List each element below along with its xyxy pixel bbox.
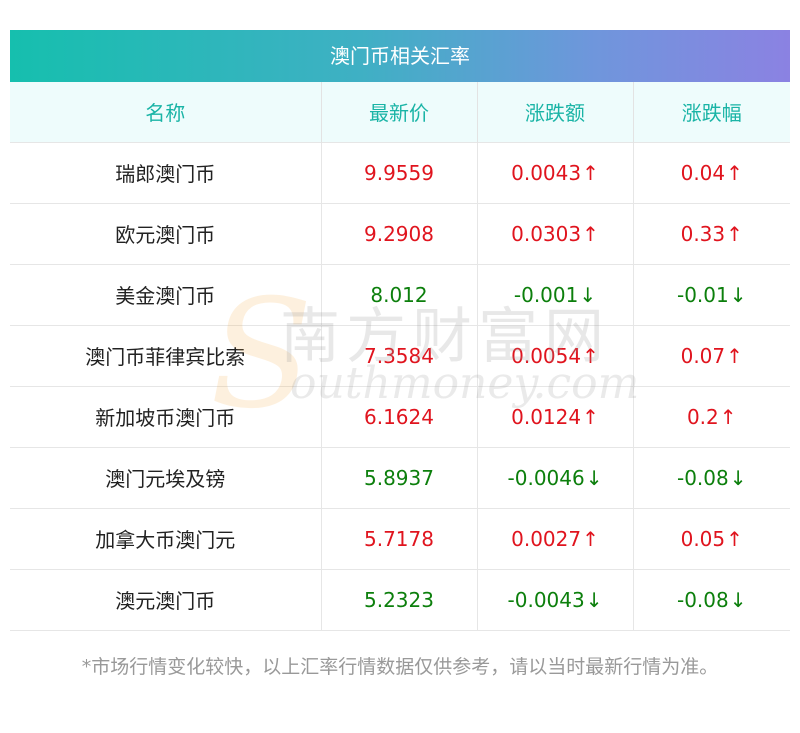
currency-pair-name[interactable]: 澳门元埃及镑 [10, 446, 321, 508]
change-value: 0.0124 [511, 404, 582, 429]
latest-price: 5.2323 [320, 568, 477, 631]
change-amount: 0.0043↑ [476, 141, 633, 203]
percent-value: 0.04 [680, 160, 726, 185]
percent-value: 0.33 [680, 221, 726, 246]
change-percent: -0.08↓ [632, 446, 790, 508]
percent-value: -0.08 [676, 587, 729, 612]
currency-pair-name[interactable]: 加拿大币澳门元 [10, 507, 321, 569]
change-amount: 0.0054↑ [476, 324, 633, 386]
arrow-down-icon: ↓ [585, 465, 603, 490]
change-value: 0.0027 [511, 526, 582, 551]
percent-value: -0.08 [676, 465, 729, 490]
latest-price: 5.8937 [320, 446, 477, 508]
header-percent: 涨跌幅 [632, 82, 790, 142]
currency-pair-name[interactable]: 澳门币菲律宾比索 [10, 324, 321, 386]
arrow-up-icon: ↑ [582, 221, 599, 246]
arrow-down-icon: ↓ [729, 282, 747, 307]
currency-pair-name[interactable]: 澳元澳门币 [10, 568, 321, 631]
arrow-up-icon: ↑ [726, 526, 743, 551]
table-row[interactable]: 美金澳门币 8.012 -0.001↓ -0.01↓ [10, 263, 790, 325]
currency-pair-name[interactable]: 美金澳门币 [10, 263, 321, 325]
arrow-down-icon: ↓ [729, 587, 747, 612]
change-amount: -0.0043↓ [476, 568, 633, 631]
table-row[interactable]: 加拿大币澳门元 5.7178 0.0027↑ 0.05↑ [10, 507, 790, 569]
arrow-down-icon: ↓ [579, 282, 597, 307]
change-value: -0.001 [513, 282, 579, 307]
arrow-up-icon: ↑ [726, 160, 743, 185]
change-value: 0.0303 [511, 221, 582, 246]
arrow-up-icon: ↑ [582, 526, 599, 551]
table-row[interactable]: 欧元澳门币 9.2908 0.0303↑ 0.33↑ [10, 202, 790, 264]
change-amount: 0.0124↑ [476, 385, 633, 447]
change-value: -0.0046 [507, 465, 585, 490]
currency-pair-name[interactable]: 欧元澳门币 [10, 202, 321, 264]
table-row[interactable]: 澳门元埃及镑 5.8937 -0.0046↓ -0.08↓ [10, 446, 790, 508]
latest-price: 9.9559 [320, 141, 477, 203]
change-amount: 0.0027↑ [476, 507, 633, 569]
arrow-up-icon: ↑ [582, 160, 599, 185]
currency-pair-name[interactable]: 新加坡币澳门币 [10, 385, 321, 447]
arrow-down-icon: ↓ [729, 465, 747, 490]
table-row[interactable]: 新加坡币澳门币 6.1624 0.0124↑ 0.2↑ [10, 385, 790, 447]
change-percent: 0.05↑ [632, 507, 790, 569]
change-percent: 0.33↑ [632, 202, 790, 264]
currency-pair-name[interactable]: 瑞郎澳门币 [10, 141, 321, 203]
arrow-up-icon: ↑ [726, 343, 743, 368]
latest-price: 9.2908 [320, 202, 477, 264]
rate-table: 名称 最新价 涨跌额 涨跌幅 瑞郎澳门币 9.9559 0.0043↑ 0.04↑ 欧元… [10, 82, 790, 631]
header-price: 最新价 [320, 82, 477, 142]
arrow-up-icon: ↑ [726, 221, 743, 246]
arrow-up-icon: ↑ [582, 343, 599, 368]
arrow-down-icon: ↓ [585, 587, 603, 612]
percent-value: 0.05 [680, 526, 726, 551]
change-percent: 0.2↑ [632, 385, 790, 447]
change-amount: -0.001↓ [476, 263, 633, 325]
percent-value: 0.07 [680, 343, 726, 368]
change-amount: 0.0303↑ [476, 202, 633, 264]
table-row[interactable]: 澳门币菲律宾比索 7.3584 0.0054↑ 0.07↑ [10, 324, 790, 386]
latest-price: 6.1624 [320, 385, 477, 447]
rate-panel: 澳门币相关汇率 名称 最新价 涨跌额 涨跌幅 瑞郎澳门币 9.9559 0.0043… [10, 30, 790, 631]
latest-price: 5.7178 [320, 507, 477, 569]
change-percent: 0.07↑ [632, 324, 790, 386]
change-amount: -0.0046↓ [476, 446, 633, 508]
change-value: 0.0054 [511, 343, 582, 368]
header-change: 涨跌额 [476, 82, 633, 142]
panel-title: 澳门币相关汇率 [10, 30, 790, 82]
latest-price: 7.3584 [320, 324, 477, 386]
change-value: 0.0043 [511, 160, 582, 185]
change-value: -0.0043 [507, 587, 585, 612]
change-percent: -0.08↓ [632, 568, 790, 631]
change-percent: -0.01↓ [632, 263, 790, 325]
percent-value: -0.01 [676, 282, 729, 307]
arrow-up-icon: ↑ [719, 404, 737, 429]
table-header-row: 名称 最新价 涨跌额 涨跌幅 [10, 82, 790, 142]
table-row[interactable]: 澳元澳门币 5.2323 -0.0043↓ -0.08↓ [10, 568, 790, 631]
arrow-up-icon: ↑ [582, 404, 599, 429]
latest-price: 8.012 [320, 263, 477, 325]
percent-value: 0.2 [686, 404, 719, 429]
header-name: 名称 [10, 82, 321, 142]
table-row[interactable]: 瑞郎澳门币 9.9559 0.0043↑ 0.04↑ [10, 141, 790, 203]
disclaimer-note: *市场行情变化较快，以上汇率行情数据仅供参考，请以当时最新行情为准。 [81, 656, 719, 678]
change-percent: 0.04↑ [632, 141, 790, 203]
